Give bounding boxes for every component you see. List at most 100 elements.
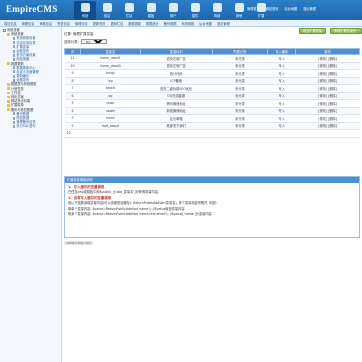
app-logo: EmpireCMS <box>6 4 58 14</box>
top-nav-label: 系统 <box>81 14 89 18</box>
cell-ops[interactable]: [修改] [删除] <box>295 107 360 115</box>
cell-desc: 新浪微博地址 <box>140 107 213 115</box>
page-icon <box>13 41 16 45</box>
cell-desc: 首页二级标题SEO优化 <box>140 84 213 93</box>
shop-icon <box>212 3 222 12</box>
other-icon <box>234 3 244 12</box>
notes-line-4: 取多个变量内容: $value=ReturnPublicAddVar('name… <box>68 212 212 217</box>
cell-ops[interactable]: [修改] [删除] <box>295 114 360 123</box>
cell-cache: 写入 <box>267 114 296 123</box>
category-filter: 选择分类: 显示所有分类 <box>64 39 107 44</box>
cell-category: 未分类 <box>212 77 268 85</box>
total-count: 10 <box>64 129 360 138</box>
folder-icon <box>7 83 10 86</box>
page-icon <box>13 36 16 40</box>
top-nav-item[interactable]: 模板 <box>140 1 162 20</box>
top-nav-item[interactable]: 用户 <box>162 1 184 20</box>
folder-icon <box>7 62 10 65</box>
table-row: 3 email 站长邮箱 未分类 写入 [修改] [删除] <box>64 114 360 123</box>
menu-bar-item[interactable]: 增加信息 <box>4 21 17 26</box>
cell-ops[interactable]: [修改] [删除] <box>295 62 360 70</box>
top-nav-label: 扩展 <box>257 14 265 18</box>
template-icon <box>146 3 156 12</box>
cell-id: 3 <box>64 114 81 123</box>
menu-bar-item[interactable]: 更新首页 <box>93 21 106 26</box>
menu-bar-item[interactable]: 系统参数 <box>182 21 195 26</box>
table-row: 10 home_dead0 首页左侧广告 未分类 写入 [修改] [删除] <box>64 62 360 70</box>
cell-name: tewb <box>80 99 141 108</box>
page-icon <box>13 53 16 57</box>
cell-cache: 写入 <box>267 84 296 93</box>
cell-ops[interactable]: [修改] [删除] <box>295 92 360 100</box>
user-icon <box>168 3 178 12</box>
top-nav-item[interactable]: 插件 <box>184 1 206 20</box>
table-row: 8 icp ICP备案 未分类 写入 [修改] [删除] <box>64 77 360 85</box>
top-link[interactable]: 退出管理 <box>303 6 316 11</box>
add-variable-button[interactable]: 增加扩展变量 <box>299 28 327 34</box>
page-icon <box>13 57 16 61</box>
menu-bar-item[interactable]: 退出管理 <box>217 21 230 26</box>
menu-bar: 增加信息 管理信息 审核信息 签发信息 管理评论 更新首页 更新栏目 数据更新 数据统计 备份数据… <box>0 20 362 27</box>
cell-cache: 写入 <box>267 69 296 78</box>
menu-bar-item[interactable]: 审核信息 <box>40 21 53 26</box>
sidebar-tree: 系统设置 系统设置 系统参数设置 信息存放目录 扩展变量 远程发布 首页方案设置 网站地图 数据… <box>0 27 62 362</box>
menu-bar-item[interactable]: 更新栏目 <box>111 21 124 26</box>
top-link[interactable]: 后台地图 <box>285 6 298 11</box>
top-nav-label: 插件 <box>191 14 199 18</box>
cell-category: 未分类 <box>212 107 268 115</box>
page-icon <box>13 116 16 120</box>
cell-category: 未分类 <box>212 62 268 70</box>
top-nav-item[interactable]: 系统 <box>74 1 96 20</box>
menu-bar-item[interactable]: 数据统计 <box>146 21 159 26</box>
table-row: 5 tewb 腾讯微博地址 未分类 写入 [修改] [删除] <box>64 99 360 108</box>
cell-ops[interactable]: [修改] [删除] <box>295 99 360 108</box>
filter-label: 选择分类: <box>64 40 79 44</box>
cell-category: 未分类 <box>212 54 268 63</box>
cell-desc: 站长邮箱 <box>140 114 213 123</box>
menu-bar-item[interactable]: 备份数据 <box>164 21 177 26</box>
cell-id: 10 <box>64 62 81 70</box>
menu-bar-item[interactable]: 管理评论 <box>75 21 88 26</box>
menu-bar-item[interactable]: 管理信息 <box>22 21 35 26</box>
cell-ops[interactable]: [修改] [删除] <box>295 54 360 63</box>
variables-table: ID 变量名 变量标识 所属分类 写入缓存 操作 11 home_dead1 首页右… <box>64 48 360 138</box>
top-nav-label: 栏目 <box>125 14 133 18</box>
menu-bar-item[interactable]: 数据更新 <box>128 21 141 26</box>
top-link[interactable]: 网站首页 <box>266 6 279 11</box>
cell-id: 9 <box>64 69 81 78</box>
cell-id: 11 <box>64 54 81 63</box>
folder-icon <box>7 95 10 99</box>
cell-id: 5 <box>64 99 81 108</box>
cell-ops[interactable]: [修改] [删除] <box>295 77 360 85</box>
cell-ops[interactable]: [修改] [删除] <box>295 122 360 130</box>
category-select[interactable]: 显示所有分类 <box>80 39 107 44</box>
cell-name: seotit <box>80 84 141 93</box>
info-icon <box>102 3 112 12</box>
cell-desc: ICP备案 <box>140 77 213 85</box>
cell-ops[interactable]: [修改] [删除] <box>295 84 360 93</box>
cell-desc: 统计代码 <box>140 69 213 78</box>
page-icon <box>13 49 16 53</box>
top-nav-label: 用户 <box>169 14 177 18</box>
sidebar-item[interactable]: 执行SQL语句 <box>1 124 60 128</box>
cell-ops[interactable]: [修改] [删除] <box>295 69 360 78</box>
menu-bar-item[interactable]: 后台地图 <box>199 21 212 26</box>
top-nav-label: 商城 <box>213 14 221 18</box>
page-icon <box>13 45 16 49</box>
top-nav-item[interactable]: 信息 <box>96 1 118 20</box>
menu-bar-item[interactable]: 签发信息 <box>57 21 70 26</box>
system-icon <box>80 3 90 12</box>
cell-category: 未分类 <box>212 84 268 93</box>
manage-category-button[interactable]: 管理扩展变量分类 <box>330 28 362 38</box>
table-total-row: 10 <box>64 129 360 138</box>
cell-name: foot_about <box>80 122 141 130</box>
cell-id: 6 <box>64 92 81 100</box>
cell-id: 4 <box>64 107 81 115</box>
top-nav-item[interactable]: 商城 <box>206 1 228 20</box>
top-nav-item[interactable]: 栏目 <box>118 1 140 20</box>
top-link[interactable]: 管理首页 <box>247 6 260 11</box>
page-icon <box>13 112 16 116</box>
page-icon <box>13 124 16 128</box>
top-links: 管理首页 网站首页 后台地图 退出管理 <box>247 6 316 11</box>
table-row: 7 seotit 首页二级标题SEO优化 未分类 写入 [修改] [删除] <box>64 84 360 93</box>
